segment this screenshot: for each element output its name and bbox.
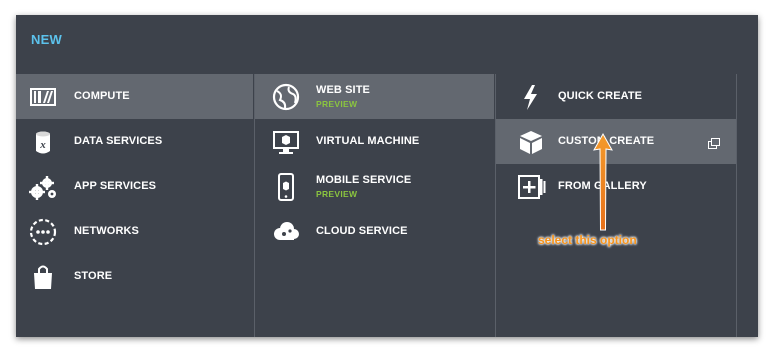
category-label: COMPUTE <box>74 90 130 102</box>
annotation-arrow <box>593 132 613 231</box>
preview-badge: PREVIEW <box>316 99 358 109</box>
networks-icon <box>28 217 58 247</box>
service-web-site[interactable]: WEB SITE PREVIEW <box>255 74 494 119</box>
svg-text:x: x <box>39 139 46 151</box>
service-label: CLOUD SERVICE <box>316 225 408 237</box>
category-label: APP SERVICES <box>74 180 157 192</box>
category-label: NETWORKS <box>74 225 139 237</box>
action-quick-create[interactable]: QUICK CREATE <box>496 74 736 119</box>
action-label: QUICK CREATE <box>558 90 643 102</box>
category-label: STORE <box>74 270 113 282</box>
service-label: VIRTUAL MACHINE <box>316 135 420 147</box>
shopping-bag-icon <box>28 262 58 292</box>
monitor-icon <box>271 127 301 157</box>
service-label: WEB SITE <box>316 84 370 96</box>
column-divider <box>736 74 737 337</box>
compute-icon <box>28 82 58 112</box>
service-virtual-machine[interactable]: VIRTUAL MACHINE <box>255 119 494 164</box>
panel-title: NEW <box>31 32 62 47</box>
service-mobile-service[interactable]: MOBILE SERVICE PREVIEW <box>255 164 494 209</box>
mobile-icon <box>271 172 301 202</box>
preview-badge: PREVIEW <box>316 189 358 199</box>
globe-icon <box>271 82 301 112</box>
popout-icon[interactable] <box>708 136 720 149</box>
gallery-add-icon <box>516 172 546 202</box>
action-from-gallery[interactable]: FROM GALLERY <box>496 164 736 209</box>
gears-icon <box>28 172 58 202</box>
category-store[interactable]: STORE <box>16 254 253 299</box>
category-label: DATA SERVICES <box>74 135 163 147</box>
data-services-icon: x <box>28 127 58 157</box>
action-custom-create[interactable]: CUSTOM CREATE <box>496 119 736 164</box>
service-label: MOBILE SERVICE <box>316 174 412 186</box>
action-list: QUICK CREATE CUSTOM CREATE FROM GALLERY <box>496 74 736 209</box>
new-panel: NEW COMPUTE x DATA SERVICES APP SERVICES… <box>16 15 758 337</box>
service-cloud-service[interactable]: CLOUD SERVICE <box>255 209 494 254</box>
category-app-services[interactable]: APP SERVICES <box>16 164 253 209</box>
category-data-services[interactable]: x DATA SERVICES <box>16 119 253 164</box>
category-compute[interactable]: COMPUTE <box>16 74 253 119</box>
service-list: WEB SITE PREVIEW VIRTUAL MACHINE MOBILE … <box>255 74 494 254</box>
category-networks[interactable]: NETWORKS <box>16 209 253 254</box>
package-icon <box>516 127 546 157</box>
cloud-gear-icon <box>271 217 301 247</box>
category-list: COMPUTE x DATA SERVICES APP SERVICES NET… <box>16 74 253 299</box>
annotation-text: select this option <box>538 233 637 247</box>
lightning-icon <box>516 82 546 112</box>
